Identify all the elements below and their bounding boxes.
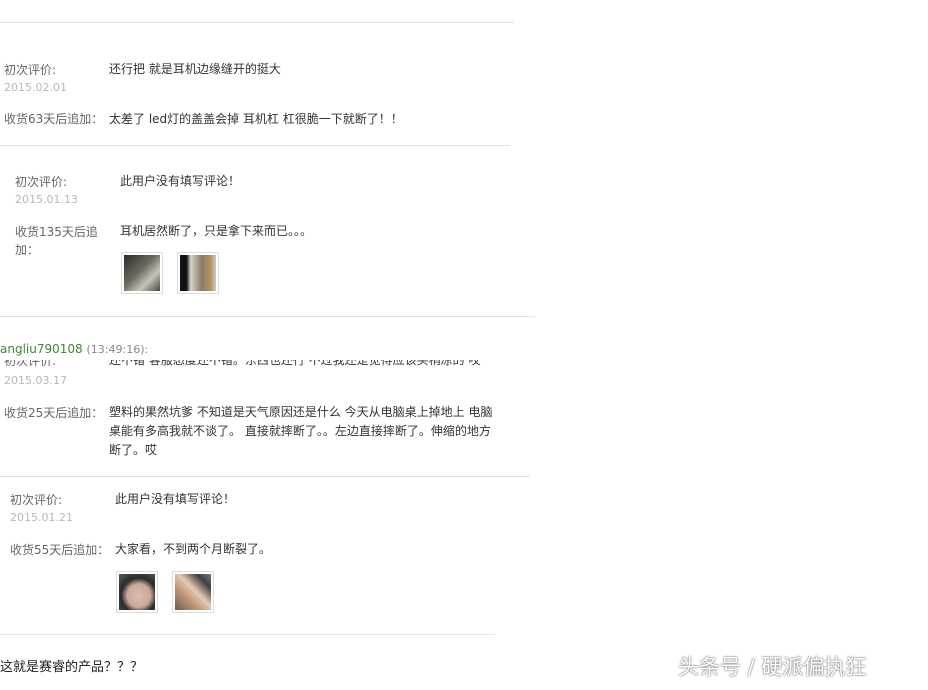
followup-review-label: 收货55天后追加： <box>10 543 110 557</box>
divider <box>0 634 495 635</box>
divider <box>0 145 510 146</box>
followup-review-text-line-3: 断了。哎 <box>109 443 158 457</box>
followup-review-label: 收货63天后追加： <box>4 112 104 126</box>
reviewer-header: angliu790108 (13:49:16): <box>0 341 148 358</box>
review-time: (13:49:16): <box>86 343 149 356</box>
initial-review-text: 此用户没有填写评论！ <box>120 174 241 188</box>
photo-thumbnail[interactable] <box>172 571 214 613</box>
initial-review-date: 2015.03.17 <box>4 374 67 387</box>
initial-review-text: 还不错 客服态度还不错。东西也还行 不过我还是觉得应该买稍凉的 哎 <box>109 360 481 367</box>
reviewer-username[interactable]: angliu790108 <box>0 342 83 356</box>
initial-review-label: 初次评价: <box>15 175 68 189</box>
initial-review-text: 还行把 就是耳机边缘缝开的挺大 <box>109 62 281 76</box>
followup-review-text: 大家看，不到两个月断裂了。 <box>115 542 272 556</box>
image-caption: 这就是赛睿的产品？？？ <box>0 660 144 675</box>
divider <box>0 316 535 317</box>
followup-review-text-line-1: 塑料的果然坑爹 不知道是天气原因还是什么 今天从电脑桌上掉地上 电脑 <box>109 405 493 419</box>
divider <box>0 22 514 23</box>
initial-review-label: 初次评价: <box>10 493 63 507</box>
clipped-region: 初次评价: 还不错 客服态度还不错。东西也还行 不过我还是觉得应该买稍凉的 哎 <box>0 360 530 370</box>
initial-review-date: 2015.01.13 <box>15 193 78 206</box>
photo-thumbnail[interactable] <box>116 571 158 613</box>
followup-review-label: 收货25天后追加： <box>4 406 104 420</box>
followup-review-label-cont: 加： <box>15 243 40 257</box>
initial-review-date: 2015.02.01 <box>4 81 67 94</box>
followup-review-text: 耳机居然断了，只是拿下来而已。。。 <box>120 224 313 238</box>
initial-review-label: 初次评价: <box>4 63 57 77</box>
initial-review-label: 初次评价: <box>4 360 57 368</box>
review-panel <box>0 488 495 648</box>
review-panel <box>0 172 535 324</box>
photo-thumbnail[interactable] <box>121 252 163 294</box>
followup-review-text-line-2: 桌能有多高我就不谈了。 直接就摔断了。。左边直接摔断了。伸缩的地方 <box>109 424 491 438</box>
watermark: 头条号 / 硬派偏执狂 <box>678 655 867 679</box>
followup-review-text: 太差了 led灯的盖盖会掉 耳机杠 杠很脆一下就断了！！ <box>109 112 403 126</box>
followup-review-label: 收货135天后追 <box>15 225 98 239</box>
photo-thumbnail[interactable] <box>177 252 219 294</box>
initial-review-date: 2015.01.21 <box>10 511 73 524</box>
review-panel <box>0 0 514 38</box>
divider <box>0 476 530 477</box>
initial-review-text: 此用户没有填写评论！ <box>115 492 236 506</box>
